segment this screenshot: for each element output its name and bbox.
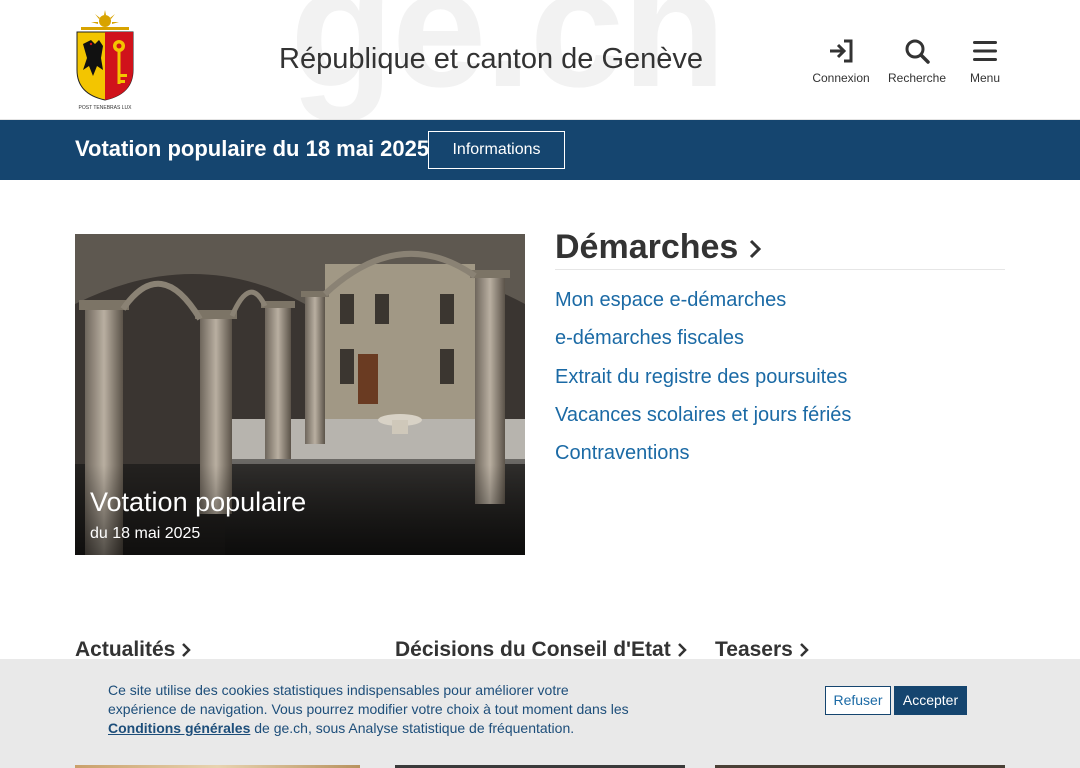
teasers-heading-text: Teasers	[715, 638, 793, 661]
demarches-links-list: Mon espace e-démarches e-démarches fisca…	[555, 287, 851, 478]
conditions-generales-link[interactable]: Conditions générales	[108, 720, 250, 736]
site-title[interactable]: République et canton de Genève	[279, 43, 703, 76]
hero-title[interactable]: Votation populaire	[90, 487, 306, 518]
cookie-message: Ce site utilise des cookies statistiques…	[108, 681, 638, 738]
chevron-right-icon	[677, 643, 687, 658]
demarches-link-contraventions[interactable]: Contraventions	[555, 440, 851, 478]
menu-button[interactable]: Menu	[962, 38, 1008, 87]
recherche-label: Recherche	[887, 71, 947, 85]
connexion-button[interactable]: Connexion	[806, 38, 876, 87]
votation-banner: Votation populaire du 18 mai 2025 Inform…	[0, 120, 1080, 180]
chevron-right-icon	[748, 230, 762, 269]
chevron-right-icon	[182, 643, 192, 658]
accept-cookies-button[interactable]: Accepter	[894, 686, 967, 715]
site-header: ge.ch POST TENEBRAS LUX République et ca…	[0, 0, 1080, 120]
hero-card[interactable]: Votation populaire du 18 mai 2025	[75, 234, 525, 555]
chevron-right-icon	[799, 643, 809, 658]
recherche-button[interactable]: Recherche	[886, 38, 948, 87]
informations-button[interactable]: Informations	[428, 131, 565, 169]
actualites-heading-text: Actualités	[75, 638, 176, 661]
connexion-label: Connexion	[812, 71, 870, 85]
refuse-cookies-button[interactable]: Refuser	[825, 686, 891, 715]
logo-motto: POST TENEBRAS LUX	[79, 105, 133, 111]
geneva-coat-of-arms-logo[interactable]: POST TENEBRAS LUX	[75, 10, 135, 112]
demarches-heading-link[interactable]: Démarches	[555, 228, 762, 269]
demarches-link-fiscales[interactable]: e-démarches fiscales	[555, 325, 851, 363]
demarches-divider	[555, 269, 1005, 270]
cookie-consent-bar: Ce site utilise des cookies statistiques…	[0, 659, 1080, 768]
demarches-link-vacances[interactable]: Vacances scolaires et jours fériés	[555, 402, 851, 440]
menu-label: Menu	[969, 71, 1001, 85]
demarches-heading-text: Démarches	[555, 228, 739, 266]
demarches-link-poursuites[interactable]: Extrait du registre des poursuites	[555, 364, 851, 402]
banner-title: Votation populaire du 18 mai 2025	[75, 136, 430, 161]
demarches-link-mon-espace[interactable]: Mon espace e-démarches	[555, 287, 851, 325]
decisions-heading-text: Décisions du Conseil d'Etat	[395, 638, 671, 661]
hero-date: du 18 mai 2025	[90, 525, 201, 542]
search-icon	[905, 39, 930, 64]
sign-in-icon	[830, 39, 853, 63]
cookie-text-after: de ge.ch, sous Analyse statistique de fr…	[250, 720, 575, 736]
hamburger-menu-icon	[973, 41, 997, 61]
cookie-text-before: Ce site utilise des cookies statistiques…	[108, 682, 629, 717]
